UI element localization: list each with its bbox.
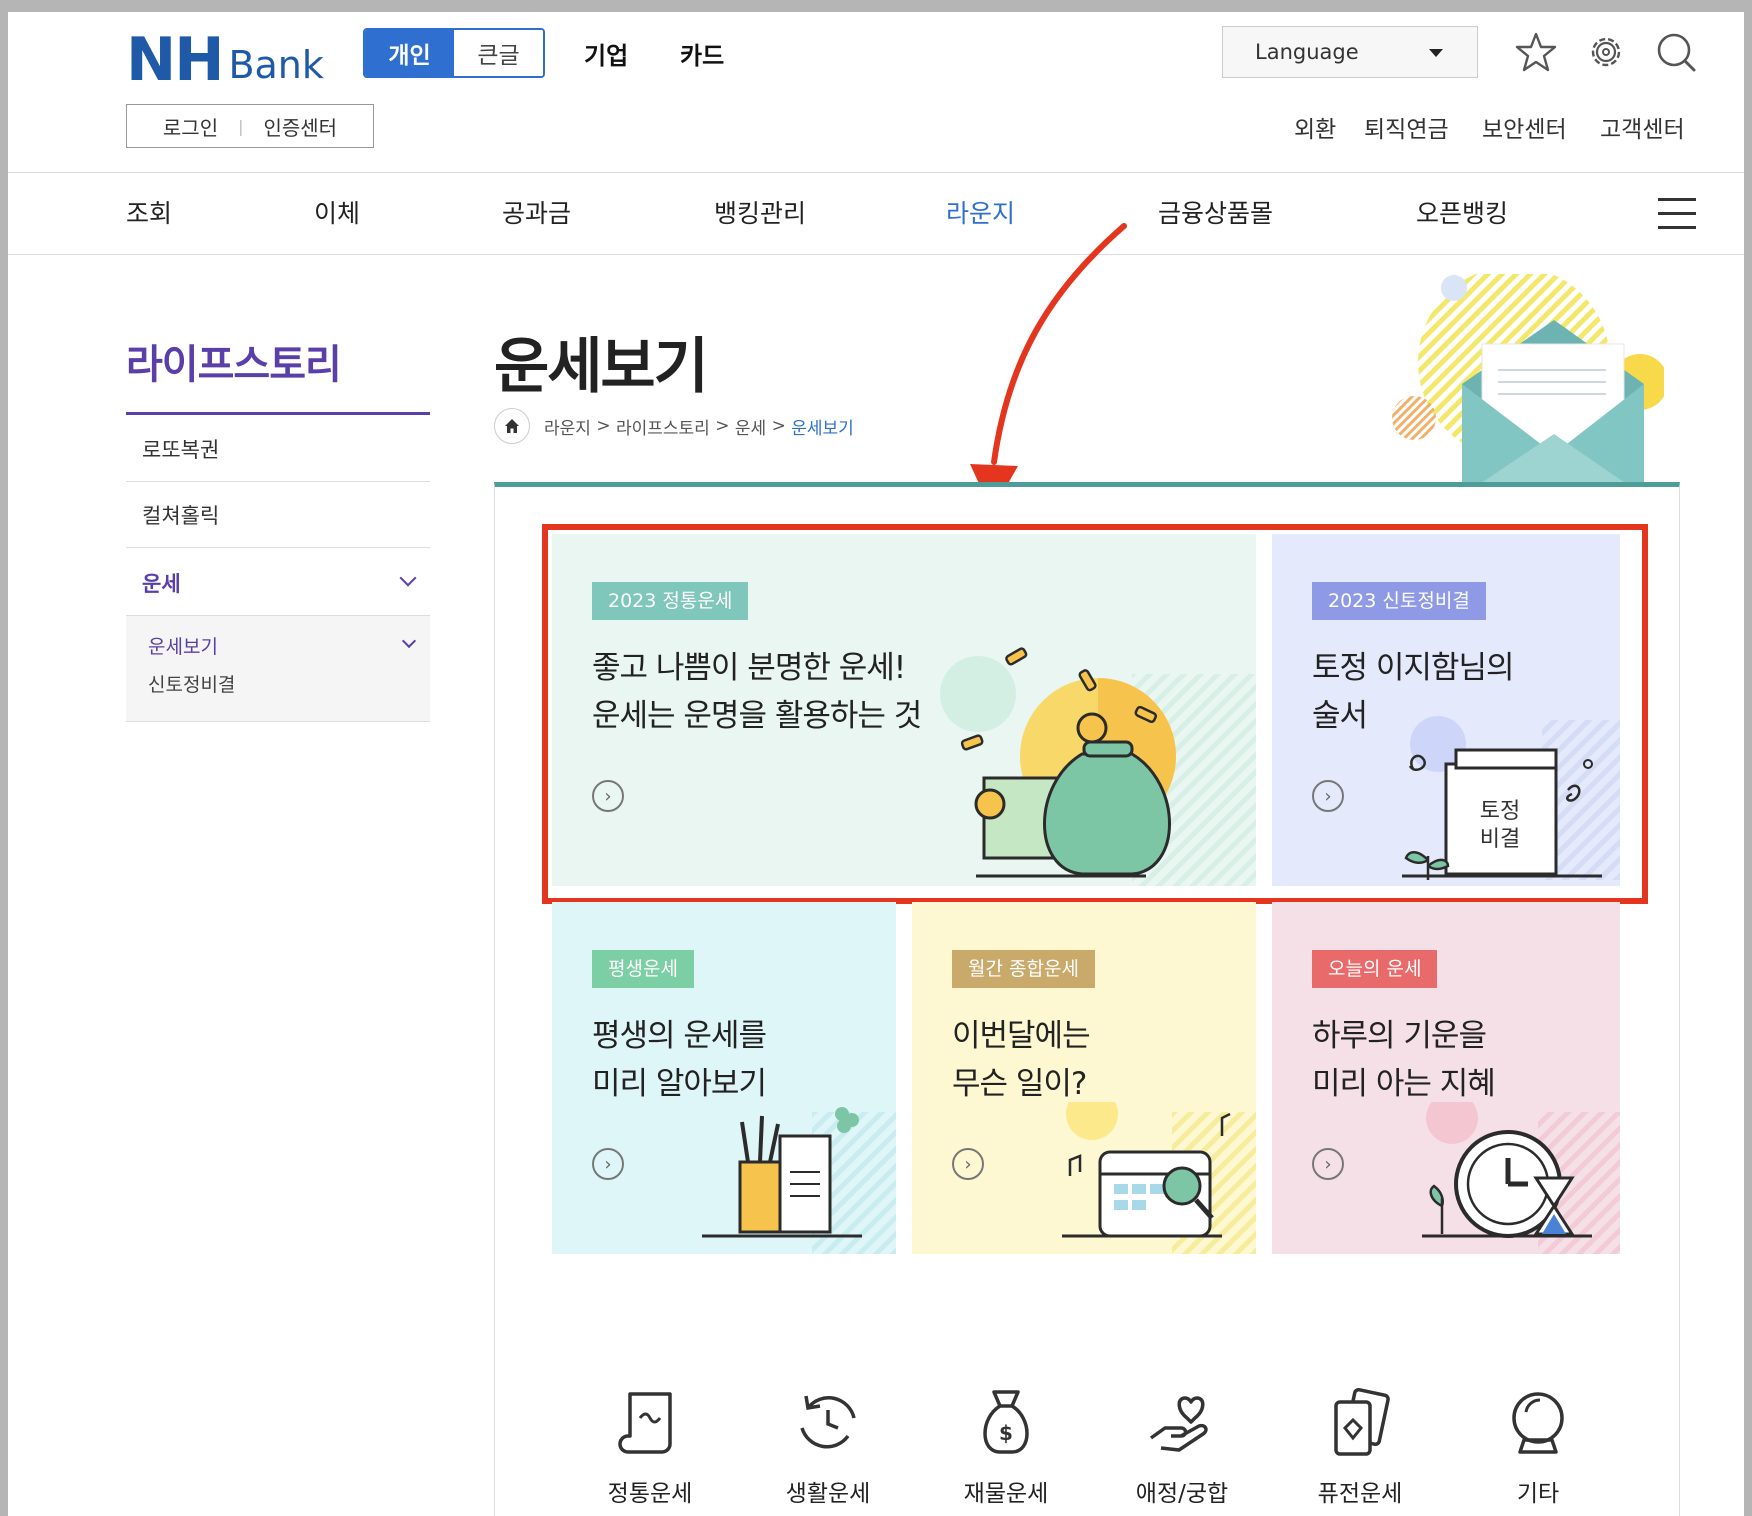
- chevron-down-icon: [399, 569, 417, 587]
- nav-card-link[interactable]: 카드: [680, 36, 724, 71]
- card-title-line: 미리 아는 지혜: [1312, 1066, 1496, 1102]
- logo-nh: NH: [126, 25, 224, 95]
- gnb-inquiry[interactable]: 조회: [126, 194, 172, 230]
- category-label: 재물운세: [963, 1481, 1049, 1507]
- lnb-item-label: 컬쳐홀릭: [142, 503, 220, 528]
- card-daily-fortune[interactable]: 오늘의 운세 하루의 기운을 미리 아는 지혜 ›: [1272, 902, 1620, 1254]
- cert-center-link[interactable]: 인증센터: [263, 112, 337, 141]
- lnb-item-label: 운세: [142, 571, 181, 596]
- nh-bank-logo[interactable]: NH Bank: [126, 30, 324, 90]
- arrow-right-circle-icon[interactable]: ›: [1312, 1148, 1344, 1180]
- calendar-illustration: [1062, 1102, 1256, 1254]
- home-icon[interactable]: [494, 408, 530, 444]
- search-icon[interactable]: [1654, 30, 1698, 74]
- lnb-item-culture[interactable]: 컬쳐홀릭: [126, 482, 430, 548]
- crystal-ball-icon: [1512, 1392, 1564, 1454]
- card-tag: 평생운세: [592, 950, 694, 988]
- gnb-divider: [8, 254, 1744, 255]
- lnb-sub-tojeong[interactable]: 신토정비결: [148, 670, 235, 697]
- header-divider: [8, 172, 1744, 173]
- lnb-item-fortune[interactable]: 운세: [126, 550, 430, 616]
- page-title: 운세보기: [494, 332, 709, 402]
- category-wealth[interactable]: $ 재물운세: [936, 1388, 1076, 1508]
- category-label: 퓨전운세: [1317, 1481, 1403, 1507]
- scroll-icon: [618, 1392, 672, 1454]
- pencil-cup-illustration: [702, 1107, 896, 1254]
- browser-page: NH Bank 개인 큰글 기업 카드 로그인 | 인증센터 Language …: [8, 12, 1744, 1516]
- category-love[interactable]: 애정/궁합: [1112, 1388, 1252, 1508]
- hamburger-menu-icon[interactable]: [1658, 198, 1696, 240]
- util-forex-link[interactable]: 외환: [1294, 110, 1336, 144]
- gnb-banking-management[interactable]: 뱅킹관리: [714, 194, 806, 230]
- card-tag: 오늘의 운세: [1312, 950, 1438, 988]
- util-customer-link[interactable]: 고객센터: [1600, 110, 1685, 144]
- category-label: 생활운세: [785, 1481, 871, 1507]
- gnb-open-banking[interactable]: 오픈뱅킹: [1416, 194, 1508, 230]
- category-label: 정통운세: [607, 1481, 693, 1507]
- card-title: 하루의 기운을 미리 아는 지혜: [1312, 1012, 1496, 1108]
- category-other[interactable]: 기타: [1468, 1388, 1608, 1508]
- heart-hand-icon: [1149, 1396, 1208, 1452]
- svg-text:$: $: [999, 1421, 1013, 1445]
- breadcrumb-item[interactable]: 운세: [735, 414, 766, 439]
- lnb-submenu: 운세보기 신토정비결: [126, 616, 430, 722]
- login-divider: |: [238, 116, 244, 136]
- category-fusion[interactable]: 퓨전운세: [1290, 1388, 1430, 1508]
- clock-cycle-icon: [800, 1395, 856, 1449]
- chevron-down-icon: [401, 633, 417, 649]
- category-label: 기타: [1516, 1481, 1560, 1507]
- card-lifetime-fortune[interactable]: 평생운세 평생의 운세를 미리 알아보기 ›: [552, 902, 896, 1254]
- arrow-right-circle-icon[interactable]: ›: [952, 1148, 984, 1180]
- card-title-line: 이번달에는: [952, 1018, 1091, 1054]
- caret-down-icon: [1429, 49, 1443, 57]
- card-title-line: 평생의 운세를: [592, 1018, 767, 1054]
- mode-personal-button[interactable]: 개인: [365, 30, 454, 76]
- envelope-illustration: [1392, 274, 1664, 496]
- annotation-arrow: [970, 223, 1127, 512]
- gnb-utility-bills[interactable]: 공과금: [502, 194, 571, 230]
- category-traditional[interactable]: 정통운세: [580, 1388, 720, 1508]
- card-title-line: 무슨 일이?: [952, 1066, 1087, 1102]
- gnb-financial-mall[interactable]: 금융상품몰: [1158, 194, 1273, 230]
- category-life[interactable]: 생활운세: [758, 1388, 898, 1508]
- tarot-card-icon: [1334, 1388, 1390, 1456]
- lnb-title: 라이프스토리: [126, 342, 342, 388]
- lnb-title-underline: [126, 412, 430, 415]
- nav-corporate-link[interactable]: 기업: [584, 36, 628, 71]
- gnb-transfer[interactable]: 이체: [314, 194, 360, 230]
- breadcrumb-current: 운세보기: [791, 418, 854, 439]
- lnb-item-label: 로또복권: [142, 437, 220, 462]
- highlight-box: [542, 524, 1648, 904]
- arrow-right-circle-icon[interactable]: ›: [592, 1148, 624, 1180]
- clock-illustration: [1422, 1102, 1620, 1254]
- card-title-line: 미리 알아보기: [592, 1066, 767, 1102]
- util-security-link[interactable]: 보안센터: [1482, 110, 1567, 144]
- mode-bigtext-button[interactable]: 큰글: [454, 30, 543, 76]
- breadcrumb-item[interactable]: 라운지: [544, 414, 591, 439]
- breadcrumb: 라운지 > 라이프스토리 > 운세 > 운세보기: [494, 408, 854, 444]
- login-link[interactable]: 로그인: [163, 112, 218, 141]
- login-box: 로그인 | 인증센터: [126, 104, 374, 148]
- star-icon[interactable]: [1514, 30, 1558, 74]
- logo-bank: Bank: [228, 43, 324, 87]
- lnb-item-lotto[interactable]: 로또복권: [126, 416, 430, 482]
- mode-toggle: 개인 큰글: [363, 28, 545, 78]
- language-select-label: Language: [1255, 40, 1359, 64]
- lnb-sub-fortune-view[interactable]: 운세보기: [148, 632, 218, 659]
- card-title-line: 하루의 기운을: [1312, 1018, 1487, 1054]
- money-bag-icon: $: [983, 1390, 1029, 1454]
- gear-icon[interactable]: [1584, 30, 1628, 74]
- card-title: 이번달에는 무슨 일이?: [952, 1012, 1091, 1108]
- breadcrumb-item[interactable]: 라이프스토리: [616, 414, 710, 439]
- language-select[interactable]: Language: [1222, 26, 1478, 78]
- card-monthly-fortune[interactable]: 월간 종합운세 이번달에는 무슨 일이? ›: [912, 902, 1256, 1254]
- util-pension-link[interactable]: 퇴직연금: [1364, 110, 1449, 144]
- card-title: 평생의 운세를 미리 알아보기: [592, 1012, 767, 1108]
- category-label: 애정/궁합: [1135, 1481, 1229, 1507]
- card-tag: 월간 종합운세: [952, 950, 1095, 988]
